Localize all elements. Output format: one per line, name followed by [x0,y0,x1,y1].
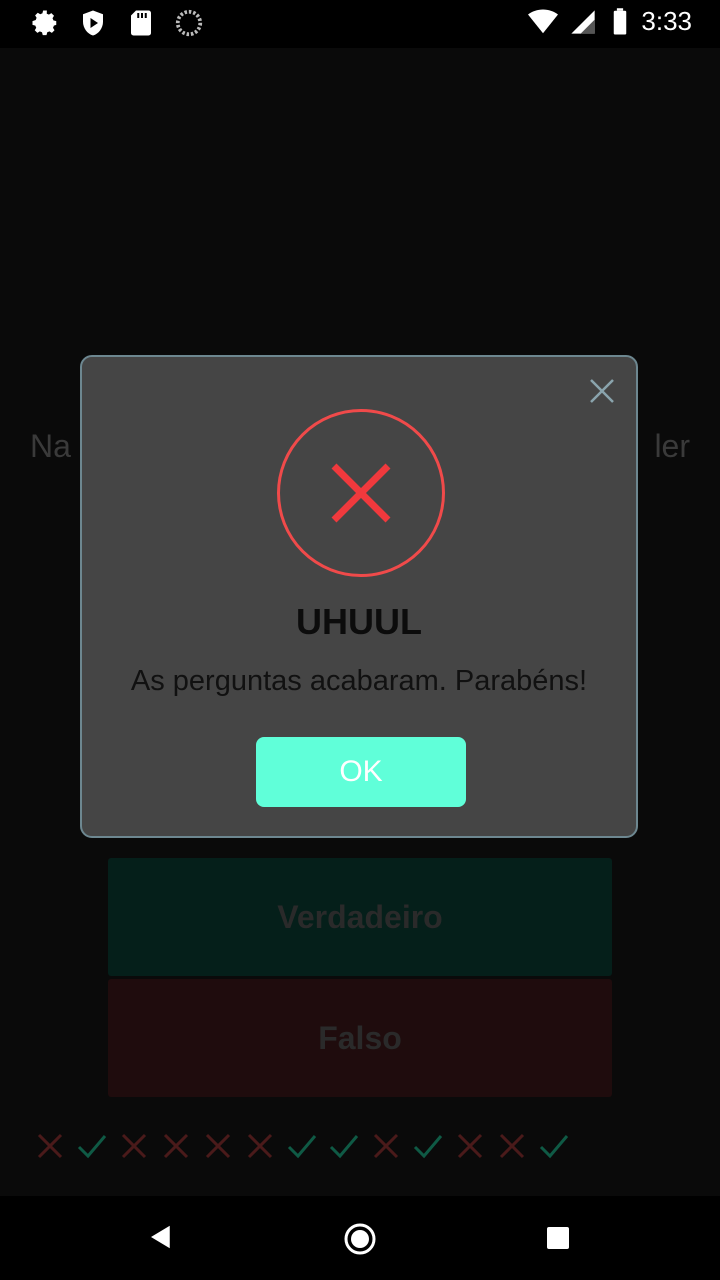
cross-mark-icon [160,1130,192,1162]
result-dialog: UHUUL As perguntas acabaram. Parabéns! O… [80,355,638,838]
check-icon [328,1130,360,1162]
loading-icon [174,8,204,38]
sd-card-icon [126,8,156,38]
wifi-icon [527,7,559,37]
question-text-right: ler [654,428,690,464]
check-icon [538,1130,570,1162]
question-text-left: Na [30,428,71,464]
status-icons-right: 3:33 [527,6,692,37]
signal-icon [569,7,599,37]
back-icon[interactable] [146,1222,176,1252]
cross-mark-icon [496,1130,528,1162]
cross-icon [331,463,391,523]
gear-icon [30,8,60,38]
check-icon [76,1130,108,1162]
check-icon [412,1130,444,1162]
battery-icon [611,7,629,37]
cross-mark-icon [370,1130,402,1162]
cross-mark-icon [244,1130,276,1162]
clock-time: 3:33 [641,6,692,36]
score-history [34,1128,570,1164]
cross-mark-icon [34,1130,66,1162]
false-button[interactable]: Falso [108,979,612,1097]
status-bar: 3:33 [0,0,720,48]
true-button[interactable]: Verdadeiro [108,858,612,976]
cross-mark-icon [202,1130,234,1162]
dialog-title: UHUUL [296,601,422,642]
recent-apps-icon[interactable] [546,1226,570,1250]
play-shield-icon [78,8,108,38]
close-icon[interactable] [586,375,618,407]
cross-mark-icon [454,1130,486,1162]
ok-button[interactable]: OK [256,737,466,807]
cross-mark-icon [118,1130,150,1162]
dialog-message: As perguntas acabaram. Parabéns! [130,665,588,697]
error-circle-icon [277,409,445,577]
navigation-bar [0,1196,720,1280]
status-icons-left [30,8,204,38]
check-icon [286,1130,318,1162]
home-icon[interactable] [343,1222,377,1256]
